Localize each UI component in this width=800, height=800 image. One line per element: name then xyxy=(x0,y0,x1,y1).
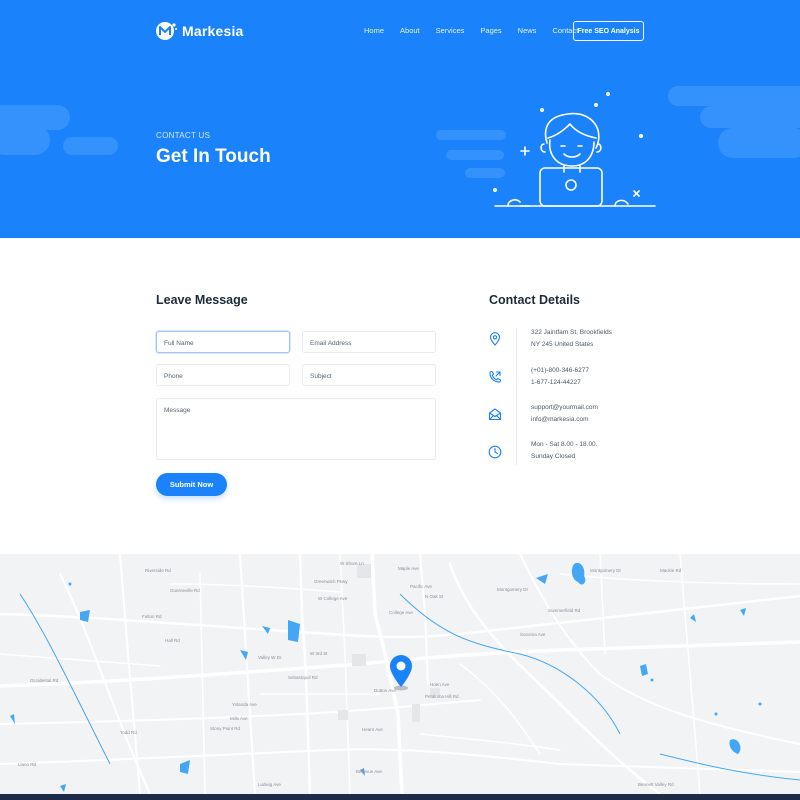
free-seo-analysis-button[interactable]: Free SEO Analysis xyxy=(573,21,644,41)
phone-line-1[interactable]: (+01)-800-346-6277 xyxy=(531,365,589,377)
map-label: Llano Rd xyxy=(18,762,37,767)
map-label: Yolanda Ave xyxy=(232,702,257,707)
message-textarea[interactable]: Message xyxy=(156,398,436,460)
email-line-2[interactable]: info@markesia.com xyxy=(531,414,598,426)
logo-mark-icon xyxy=(156,22,177,40)
address-line-1: 322 Jaintfam St, Brookfields xyxy=(531,329,612,336)
contact-divider xyxy=(516,328,517,465)
submit-button[interactable]: Submit Now xyxy=(156,473,227,496)
map-label: Mills Ave xyxy=(230,716,248,721)
decorative-cloud xyxy=(668,86,800,106)
map-label: Hall Rd xyxy=(165,638,180,643)
contact-email: support@yourmail.com info@markesia.com xyxy=(531,402,598,426)
nav-item-news[interactable]: News xyxy=(510,26,545,35)
map-label: Hoen Ave xyxy=(430,682,450,687)
map-label: W Shore Ln xyxy=(340,561,364,566)
email-line-1[interactable]: support@yourmail.com xyxy=(531,402,598,414)
phone-line-2[interactable]: 1-677-124-44227 xyxy=(531,377,589,389)
brand-logo[interactable]: Markesia xyxy=(155,20,244,42)
full-name-field[interactable]: Full Name xyxy=(156,331,290,353)
phone-field[interactable]: Phone xyxy=(156,364,290,386)
nav-item-pages[interactable]: Pages xyxy=(472,26,509,35)
envelope-icon xyxy=(488,408,502,421)
map-label: Greenwich Pkwy xyxy=(314,579,348,584)
map-label: Todd Rd xyxy=(120,730,137,735)
nav-item-home[interactable]: Home xyxy=(356,26,392,35)
contact-address: 322 Jaintfam St, Brookfields NY 245 Unit… xyxy=(531,327,612,351)
map-label: College Ave xyxy=(389,610,413,615)
map-label: Hearn Ave xyxy=(362,727,383,732)
email-field[interactable]: Email Address xyxy=(302,331,436,353)
contact-phone: (+01)-800-346-6277 1-677-124-44227 xyxy=(531,365,589,389)
contact-details-title: Contact Details xyxy=(489,293,580,307)
contact-hours: Mon - Sat 8.00 - 18.00. Sunday Closed xyxy=(531,439,597,463)
location-map[interactable]: W Shore Ln Riverside Rd Greenwich Pkwy M… xyxy=(0,554,800,794)
brand-name: Markesia xyxy=(182,23,244,39)
decorative-cloud xyxy=(63,137,118,155)
page-title: Get In Touch xyxy=(156,146,271,167)
map-label: Ludwig Ave xyxy=(258,782,281,787)
map-label: Occidental Rd xyxy=(30,678,59,683)
nav-item-services[interactable]: Services xyxy=(428,26,473,35)
map-label: Mackie Rd xyxy=(660,568,682,573)
map-label: Riverside Rd xyxy=(145,568,171,573)
nav-item-about[interactable]: About xyxy=(392,26,428,35)
hero-banner: Markesia Home About Services Pages News … xyxy=(0,0,800,238)
map-label: Pacific Ave xyxy=(410,584,432,589)
address-line-2: NY 245 United States xyxy=(531,341,594,348)
map-label: Montgomery Dr xyxy=(497,587,529,592)
map-label: Bellevue Ave xyxy=(356,769,382,774)
subject-field[interactable]: Subject xyxy=(302,364,436,386)
map-label: Maple Ave xyxy=(398,566,419,571)
map-label: Sebastopol Rd xyxy=(288,675,318,680)
map-label: Bennett Valley Rd xyxy=(638,782,674,787)
map-label: Guerneville Rd xyxy=(170,588,200,593)
phone-icon xyxy=(489,370,502,383)
map-label: Fulton Rd xyxy=(142,614,162,619)
decorative-cloud xyxy=(0,125,50,155)
map-label: N Oak St xyxy=(425,594,444,599)
map-label: Stony Point Rd xyxy=(210,726,241,731)
map-label: Montgomery Dr xyxy=(590,568,622,573)
map-label: W College Ave xyxy=(318,596,348,601)
footer-strip xyxy=(0,794,800,800)
clock-icon xyxy=(488,445,502,459)
location-icon xyxy=(489,332,501,346)
map-label: W 3rd St xyxy=(310,651,328,656)
person-with-laptop-illustration xyxy=(492,92,656,207)
hero-eyebrow: CONTACT US xyxy=(156,131,211,140)
map-label: Sonoma Ave xyxy=(520,632,546,637)
hours-line-2: Sunday Closed xyxy=(531,453,576,460)
decorative-cloud xyxy=(700,106,800,128)
map-label: Petaluma Hill Rd xyxy=(425,694,459,699)
hours-line-1: Mon - Sat 8.00 - 18.00. xyxy=(531,441,598,448)
map-label: Summerfield Rd xyxy=(548,608,581,613)
map-label: Valley W Dr xyxy=(258,655,282,660)
leave-message-title: Leave Message xyxy=(156,293,248,307)
decorative-cloud xyxy=(718,128,800,158)
location-pin-icon[interactable] xyxy=(387,654,415,692)
main-nav: Home About Services Pages News Contact xyxy=(356,26,586,35)
